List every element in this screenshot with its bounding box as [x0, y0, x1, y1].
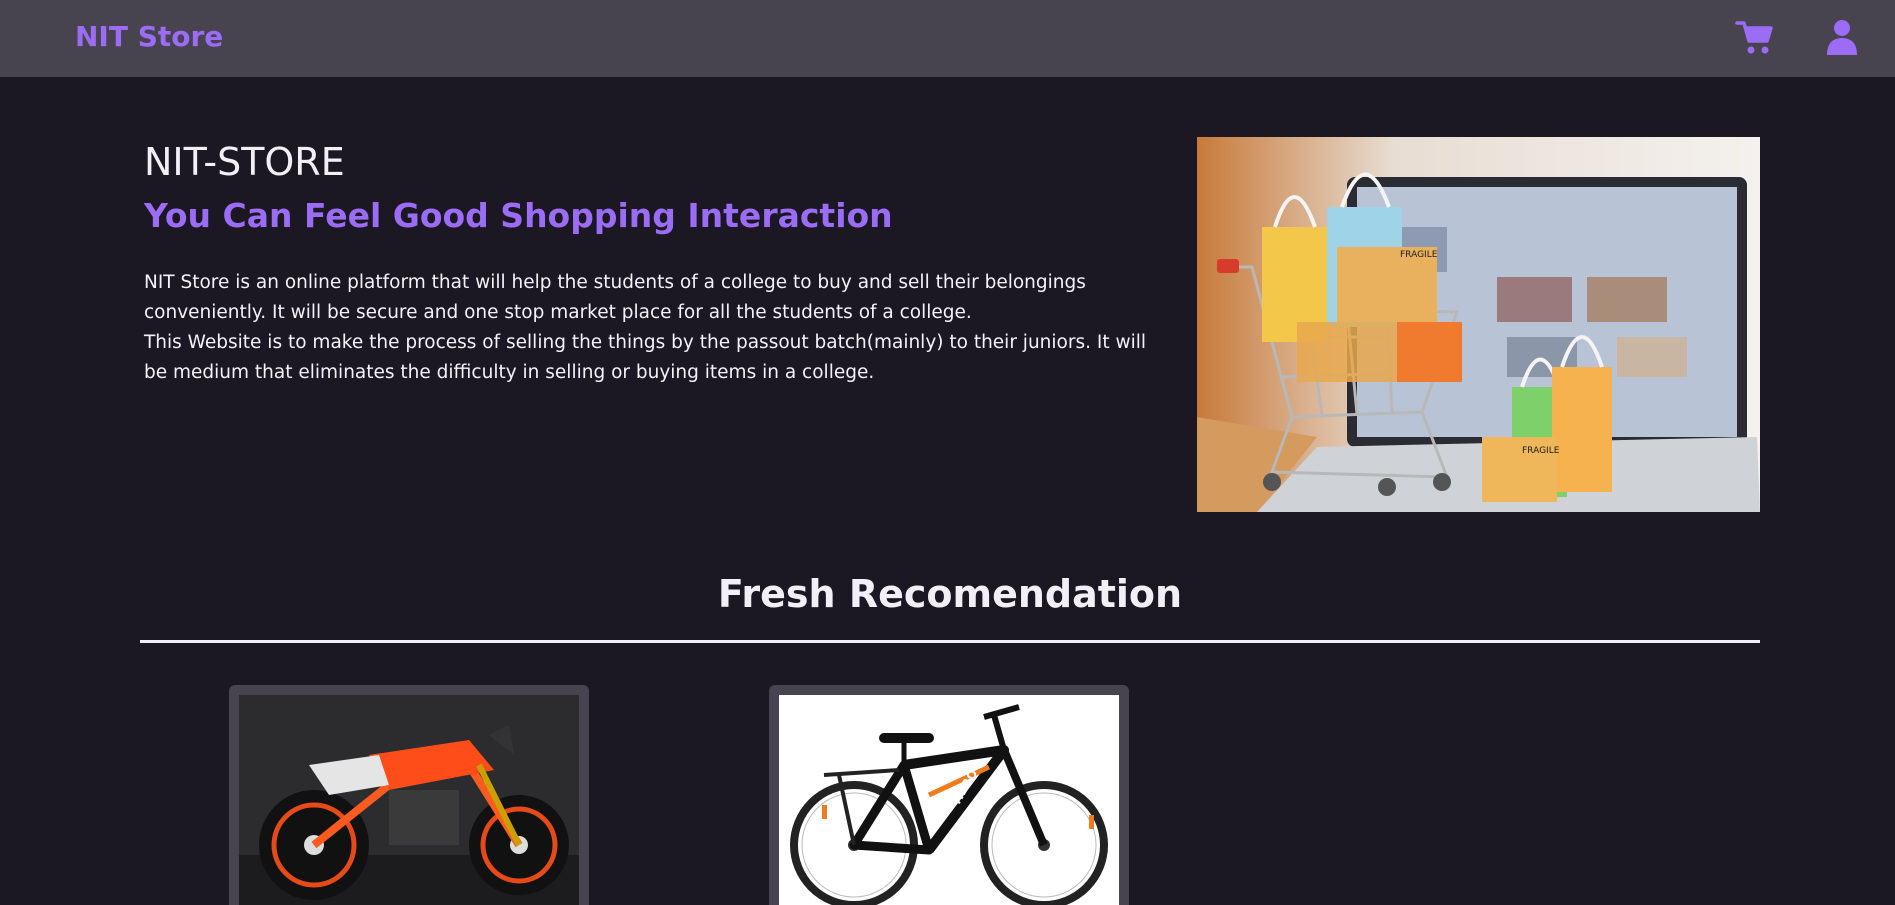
navbar: NIT Store	[0, 0, 1895, 77]
brand-logo[interactable]: NIT Store	[75, 20, 223, 53]
hero-title: NIT-STORE	[144, 140, 345, 184]
section-title: Fresh Recomendation	[717, 572, 1183, 616]
hero-description: NIT Store is an online platform that wil…	[144, 268, 1174, 388]
motorcycle-image	[239, 695, 579, 905]
fragile-label-2: FRAGILE	[1522, 446, 1560, 456]
product-card-motorcycle[interactable]	[229, 685, 589, 905]
user-icon[interactable]	[1825, 18, 1865, 58]
hero-paragraph-2: This Website is to make the process of s…	[144, 332, 1146, 383]
hero-subtitle: You Can Feel Good Shopping Interaction	[144, 196, 893, 235]
shopping-cart-icon[interactable]	[1735, 18, 1775, 58]
hero-shopping-image: FRAGILE FRAGILE	[1197, 137, 1760, 512]
section-divider	[140, 640, 1760, 643]
hero-paragraph-1: NIT Store is an online platform that wil…	[144, 272, 1086, 323]
fragile-label-1: FRAGILE	[1400, 250, 1438, 260]
bicycle-image: HERO	[779, 695, 1119, 905]
product-card-bicycle[interactable]: HERO	[769, 685, 1129, 905]
